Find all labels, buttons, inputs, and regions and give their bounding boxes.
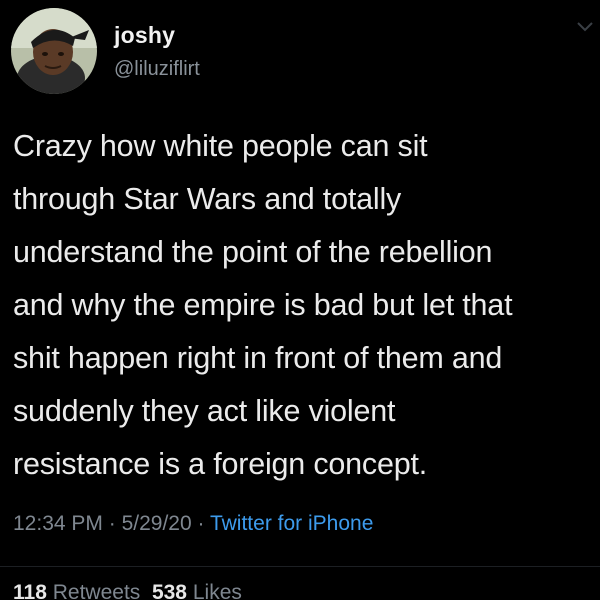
- tweet-line: and why the empire is bad but let that: [13, 288, 513, 322]
- divider: [0, 566, 600, 567]
- tweet-time: 12:34 PM: [13, 512, 103, 535]
- tweet-line: shit happen right in front of them and: [13, 341, 503, 375]
- display-name[interactable]: joshy: [114, 22, 175, 49]
- tweet-text: Crazy how white people can sit through S…: [13, 120, 593, 491]
- meta-separator: ·: [197, 512, 205, 535]
- tweet-source-link[interactable]: Twitter for iPhone: [210, 512, 373, 535]
- tweet-line: Crazy how white people can sit: [13, 129, 428, 163]
- likes-stat[interactable]: 538 Likes: [152, 581, 242, 600]
- retweets-label: Retweets: [52, 581, 141, 600]
- tweet-stats: 118 Retweets 538 Likes: [13, 581, 242, 600]
- tweet-line: through Star Wars and totally: [13, 182, 402, 216]
- meta-separator: ·: [108, 512, 116, 535]
- tweet-line: understand the point of the rebellion: [13, 235, 493, 269]
- chevron-down-icon[interactable]: [576, 20, 594, 34]
- likes-label: Likes: [192, 581, 242, 600]
- retweets-count: 118: [13, 581, 47, 600]
- profile-photo-icon: [11, 8, 97, 94]
- tweet-line: resistance is a foreign concept.: [13, 447, 428, 481]
- avatar[interactable]: [11, 8, 97, 94]
- tweet-meta: 12:34 PM · 5/29/20 · Twitter for iPhone: [13, 512, 373, 536]
- tweet-line: suddenly they act like violent: [13, 394, 396, 428]
- retweets-stat[interactable]: 118 Retweets: [13, 581, 140, 600]
- user-handle[interactable]: @liluziflirt: [114, 58, 200, 81]
- likes-count: 538: [151, 581, 187, 600]
- tweet-date: 5/29/20: [121, 512, 192, 535]
